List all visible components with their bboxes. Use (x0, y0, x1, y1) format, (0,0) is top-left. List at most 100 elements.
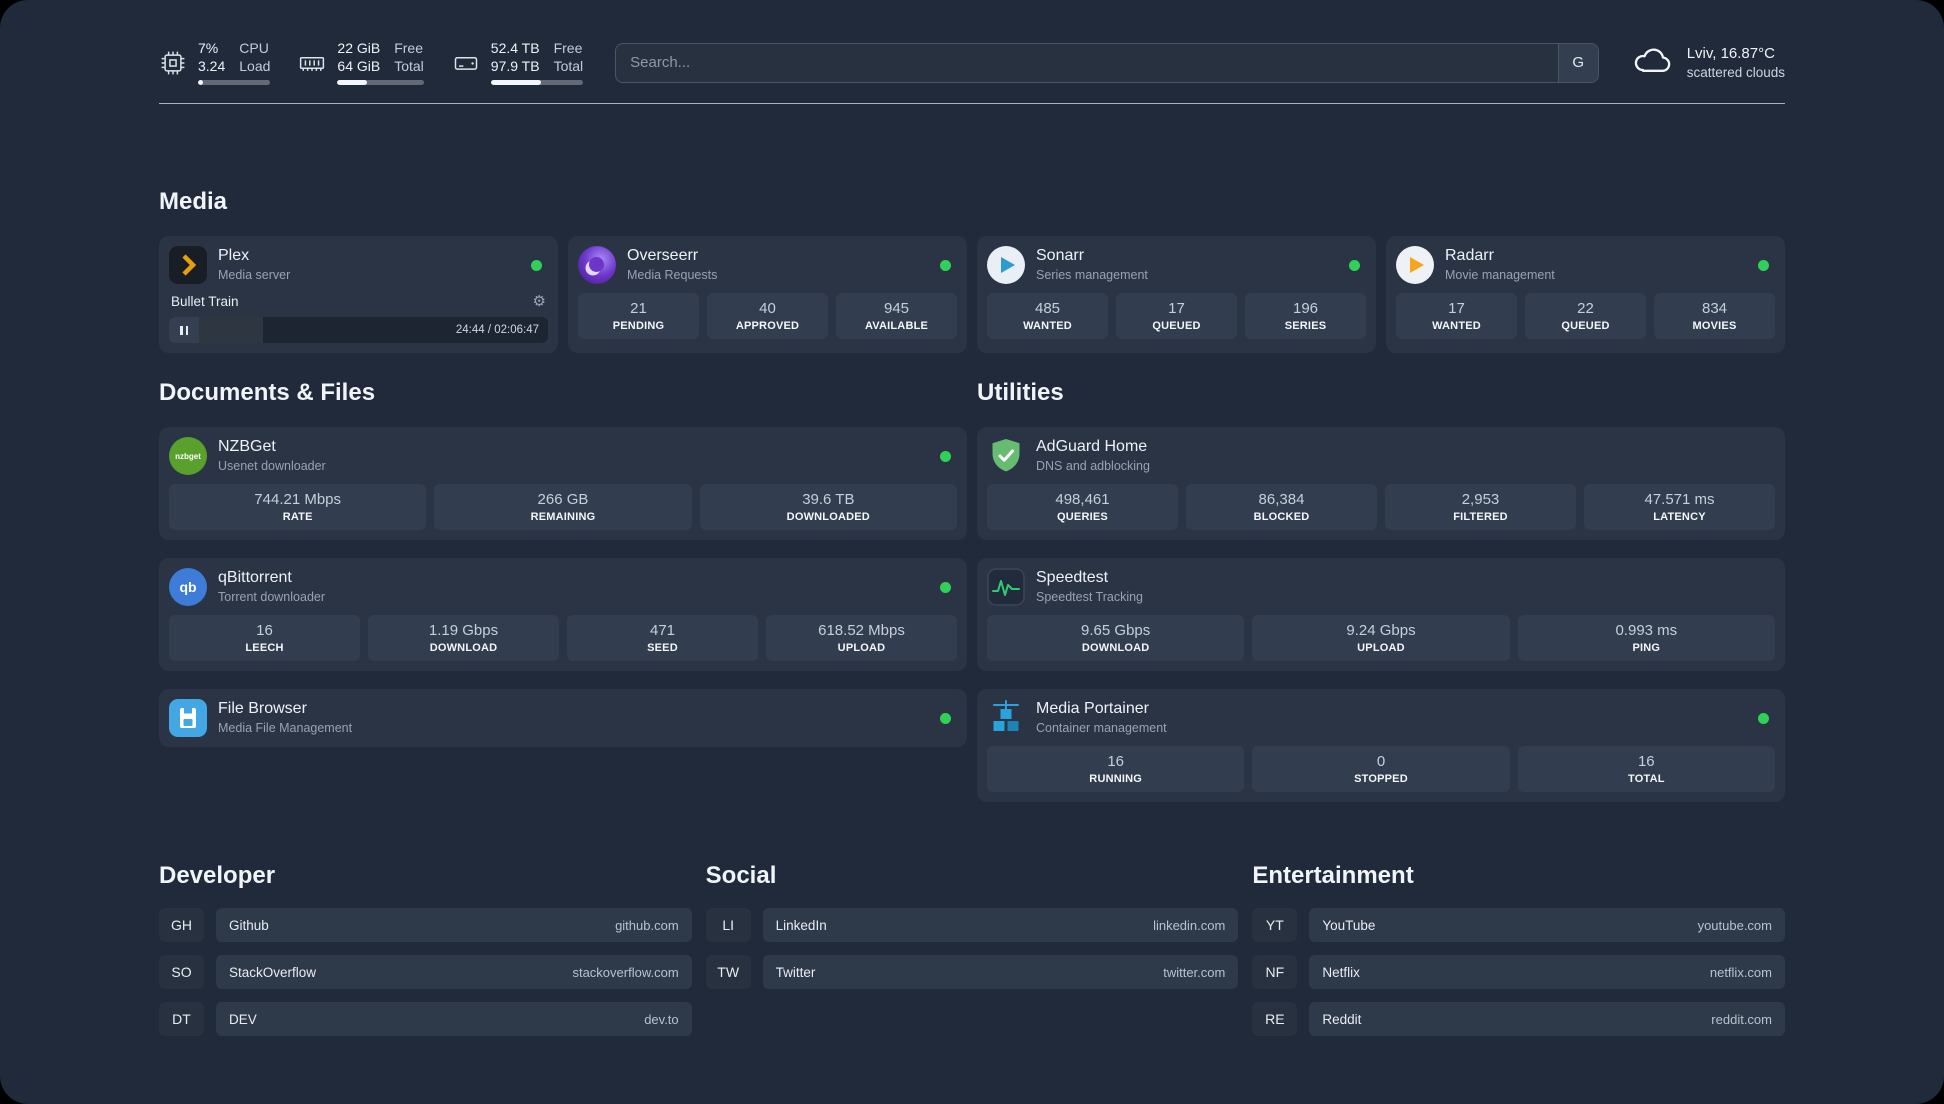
bookmark-twitter[interactable]: TW Twitter twitter.com (705, 955, 1239, 989)
storage-usage-bar (490, 80, 584, 85)
service-name: NZBGet (218, 437, 276, 455)
cpu-usage-bar (198, 80, 271, 85)
service-name: Radarr (1445, 246, 1494, 264)
service-desc: Usenet downloader (218, 458, 326, 473)
stat-tile: 9.24 Gbps UPLOAD (1252, 615, 1510, 661)
settings-gear-icon[interactable]: ⚙ (533, 293, 546, 310)
stat-tile: 485 WANTED (987, 293, 1108, 339)
service-link-portainer[interactable]: Media Portainer Container management (987, 699, 1775, 737)
bookmark-linkedin[interactable]: LI LinkedIn linkedin.com (705, 908, 1239, 942)
weather-widget: Lviv, 16.87°C scattered clouds (1631, 44, 1785, 82)
file-browser-icon (169, 699, 207, 737)
search-input[interactable] (615, 42, 1599, 83)
service-card-speedtest: Speedtest Speedtest Tracking 9.65 Gbps D… (977, 558, 1785, 671)
service-name: File Browser (218, 699, 307, 717)
bookmark-link[interactable]: LinkedIn linkedin.com (762, 908, 1239, 942)
memory-total-label: Total (394, 58, 424, 74)
status-dot (940, 712, 951, 724)
bookmark-link[interactable]: DEV dev.to (216, 1002, 692, 1036)
stat-tile: 17 WANTED (1396, 293, 1517, 339)
storage-disk-icon (452, 49, 480, 77)
bookmark-abbr: GH (159, 908, 204, 942)
bookmark-abbr: SO (159, 955, 204, 989)
memory-usage-bar (337, 80, 424, 85)
cpu-load-value: 3.24 (198, 58, 226, 74)
service-desc: Series management (1036, 267, 1148, 282)
pause-button[interactable] (169, 317, 199, 343)
stat-tile: 196 SERIES (1245, 293, 1366, 339)
stat-tile: 16 RUNNING (987, 746, 1245, 792)
stat-tile: 17 QUEUED (1116, 293, 1237, 339)
playback-progress-bar: 24:44 / 02:06:47 (169, 317, 548, 343)
cpu-chip-icon (159, 49, 187, 77)
section-utilities: Utilities AdGuard Home DNS and adblockin… (977, 379, 1785, 802)
bookmark-link[interactable]: StackOverflow stackoverflow.com (216, 955, 692, 989)
stat-tile: 2,953 FILTERED (1385, 484, 1576, 530)
service-card-filebrowser: File Browser Media File Management (159, 689, 967, 747)
nzbget-icon: nzbget (169, 437, 207, 475)
svg-text:nzbget: nzbget (175, 452, 201, 461)
service-link-qbittorrent[interactable]: qb qBittorrent Torrent downloader (169, 568, 957, 606)
cpu-monitor: 7% CPU 3.24 Load (159, 40, 271, 85)
service-link-nzbget[interactable]: nzbget NZBGet Usenet downloader (169, 437, 957, 475)
service-name: Speedtest (1036, 568, 1109, 586)
stat-tile: 86,384 BLOCKED (1186, 484, 1377, 530)
bookmark-stackoverflow[interactable]: SO StackOverflow stackoverflow.com (159, 955, 692, 989)
bookmark-youtube[interactable]: YT YouTube youtube.com (1252, 908, 1785, 942)
service-link-radarr[interactable]: Radarr Movie management (1396, 246, 1775, 284)
service-desc: DNS and adblocking (1036, 458, 1150, 473)
service-name: Media Portainer (1036, 699, 1149, 717)
storage-monitor: 52.4 TB Free 97.9 TB Total (452, 40, 584, 85)
bookmark-netflix[interactable]: NF Netflix netflix.com (1252, 955, 1785, 989)
cloud-icon (1631, 44, 1675, 81)
service-desc: Media Requests (627, 267, 718, 282)
search-provider-button[interactable]: G (1557, 43, 1598, 82)
service-link-plex[interactable]: Plex Media server (169, 246, 548, 284)
service-link-speedtest[interactable]: Speedtest Speedtest Tracking (987, 568, 1775, 606)
service-link-filebrowser[interactable]: File Browser Media File Management (169, 699, 957, 737)
bookmark-link[interactable]: Twitter twitter.com (762, 955, 1239, 989)
storage-total-label: Total (553, 58, 584, 74)
storage-free-value: 52.4 TB (490, 40, 540, 56)
bookmark-link[interactable]: Netflix netflix.com (1309, 955, 1785, 989)
dashboard: 7% CPU 3.24 Load 22 GiB Free 64 GiB Tota… (0, 0, 1944, 1104)
stat-tile: 0 STOPPED (1252, 746, 1510, 792)
section-developer: Developer GH Github github.com SO StackO… (159, 862, 692, 1036)
service-name: Sonarr (1036, 246, 1085, 264)
bookmark-dev[interactable]: DT DEV dev.to (159, 1002, 692, 1036)
weather-condition: scattered clouds (1686, 64, 1785, 80)
section-entertainment: Entertainment YT YouTube youtube.com NF … (1252, 862, 1785, 1036)
playback-time: 24:44 / 02:06:47 (455, 324, 539, 336)
svg-text:qb: qb (179, 579, 196, 595)
service-link-adguard[interactable]: AdGuard Home DNS and adblocking (987, 437, 1775, 475)
service-card-adguard: AdGuard Home DNS and adblocking 498,461 … (977, 427, 1785, 540)
cpu-load-label: Load (239, 58, 271, 74)
bookmark-link[interactable]: Github github.com (216, 908, 692, 942)
qbittorrent-icon: qb (169, 568, 207, 606)
service-card-portainer: Media Portainer Container management 16 … (977, 689, 1785, 802)
status-dot (940, 259, 951, 271)
service-desc: Speedtest Tracking (1036, 589, 1144, 604)
service-name: Plex (218, 246, 250, 264)
cpu-usage-label: CPU (239, 40, 269, 56)
status-dot (940, 450, 951, 462)
bookmark-link[interactable]: Reddit reddit.com (1309, 1002, 1785, 1036)
service-desc: Movie management (1445, 267, 1555, 282)
section-title-social: Social (705, 862, 777, 889)
service-link-sonarr[interactable]: Sonarr Series management (987, 246, 1366, 284)
cpu-usage-value: 7% (198, 40, 219, 56)
overseerr-icon (578, 246, 616, 284)
bookmark-abbr: RE (1252, 1002, 1298, 1036)
adguard-shield-icon (987, 437, 1025, 475)
bookmark-link[interactable]: YouTube youtube.com (1309, 908, 1785, 942)
weather-location: Lviv, 16.87°C (1686, 44, 1775, 62)
stat-tile: 945 AVAILABLE (836, 293, 957, 339)
speedtest-graph-icon (987, 568, 1025, 606)
service-card-sonarr: Sonarr Series management 485 WANTED 17 Q… (977, 236, 1376, 353)
bookmark-github[interactable]: GH Github github.com (159, 908, 692, 942)
now-playing-title: Bullet Train (171, 294, 239, 309)
radarr-icon (1396, 246, 1434, 284)
service-link-overseerr[interactable]: Overseerr Media Requests (578, 246, 957, 284)
bookmark-reddit[interactable]: RE Reddit reddit.com (1252, 1002, 1785, 1036)
status-dot (1758, 259, 1769, 271)
